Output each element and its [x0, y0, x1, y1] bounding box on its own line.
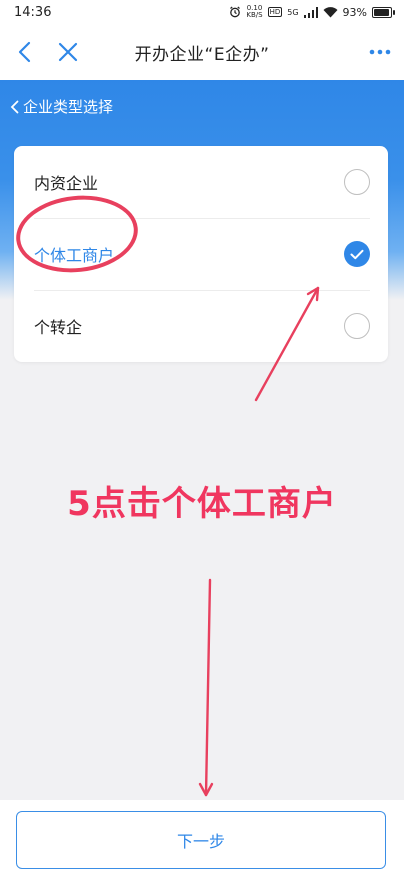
option-label: 内资企业: [34, 174, 99, 193]
chevron-left-icon: [10, 100, 19, 113]
option-convert-to-enterprise[interactable]: 个转企: [14, 290, 388, 362]
back-arrow-icon: [18, 41, 31, 63]
more-icon: [369, 49, 391, 55]
status-icons: 0.10 KB/S HD 5G 93%: [229, 4, 395, 19]
close-button[interactable]: [54, 38, 82, 66]
network-speed: 0.10 KB/S: [246, 4, 263, 19]
checkmark-icon: [350, 249, 364, 259]
arrow-to-next-button: [198, 578, 214, 797]
radio-unchecked-icon[interactable]: [344, 313, 370, 339]
option-label: 个体工商户: [34, 246, 115, 265]
battery-level: [374, 8, 389, 16]
status-bar: 14:36 0.10 KB/S HD 5G 93%: [0, 0, 404, 24]
more-button[interactable]: [366, 38, 394, 66]
wifi-icon: [323, 6, 338, 17]
battery-percent: 93%: [342, 5, 367, 19]
hd-badge: HD: [267, 7, 283, 17]
status-time: 14:36: [14, 4, 52, 20]
back-button[interactable]: [10, 38, 38, 66]
alarm-icon: [230, 6, 241, 18]
option-individual-business[interactable]: 个体工商户: [14, 218, 388, 290]
option-domestic-enterprise[interactable]: 内资企业: [14, 146, 388, 218]
section-title: 企业类型选择: [23, 98, 114, 116]
close-icon: [58, 42, 78, 62]
radio-unchecked-icon[interactable]: [344, 169, 370, 195]
battery-icon: [372, 6, 395, 18]
enterprise-type-list: 内资企业 个体工商户 个转企: [14, 146, 388, 362]
network-type: 5G: [287, 7, 299, 17]
section-header[interactable]: 企业类型选择: [10, 96, 113, 117]
next-step-button[interactable]: 下一步: [16, 811, 386, 869]
option-label: 个转企: [34, 318, 83, 337]
radio-checked-icon[interactable]: [344, 241, 370, 267]
navigation-bar: 开办企业“E企办”: [0, 24, 404, 80]
signal-icon: [303, 6, 318, 18]
instruction-text: 5点击个体工商户: [67, 484, 337, 524]
